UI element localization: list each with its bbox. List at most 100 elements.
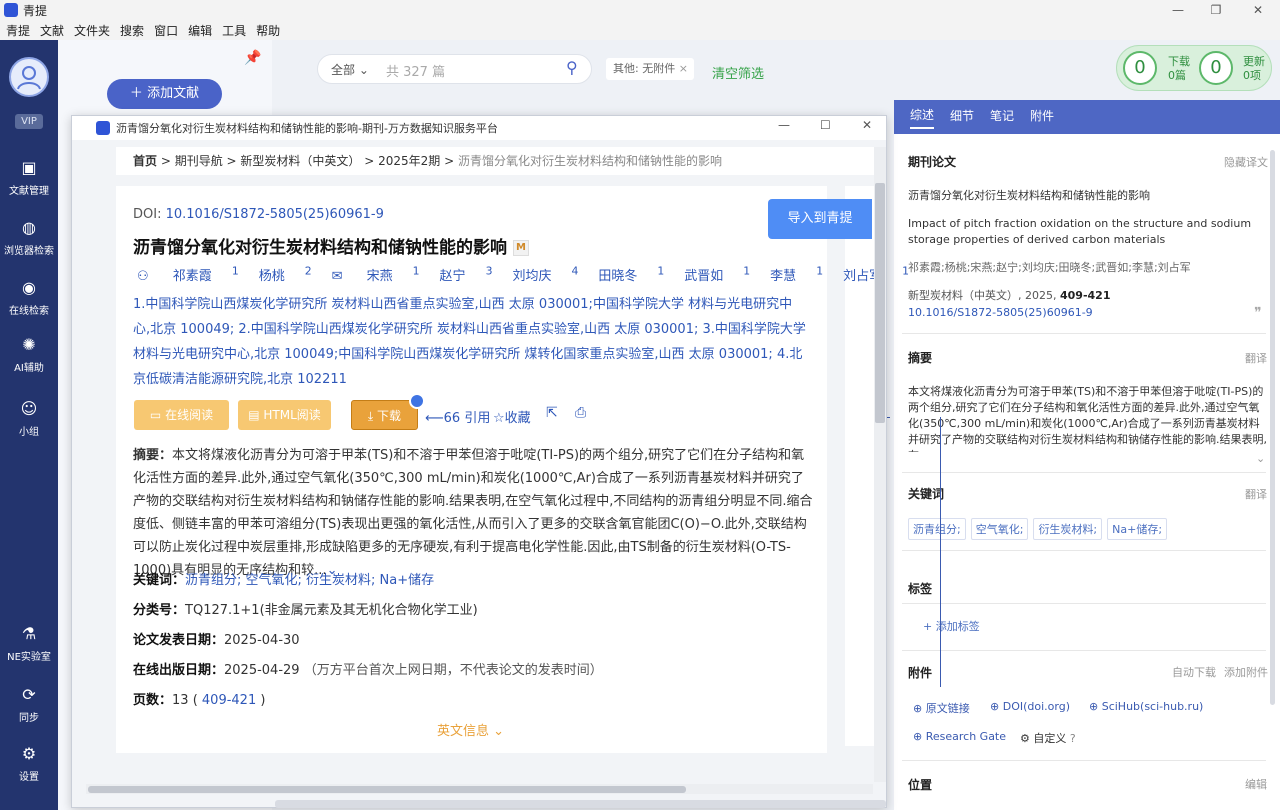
group-icon: ☺ [20,399,38,418]
scope-select[interactable]: 全部 ⌄ [331,61,369,78]
tags-section-title: 标签 [908,582,933,596]
title-en: Impact of pitch fraction oxidation on th… [908,217,1252,246]
globe-icon: ⊕ [1089,700,1102,713]
breadcrumb-issue[interactable]: 2025年2期 [378,154,440,168]
author[interactable]: 田晓冬 1 [598,265,664,284]
english-info-toggle[interactable]: 英文信息 ⌄ [437,720,504,739]
attachments-section-title: 附件 [908,666,933,680]
menu-literature[interactable]: 文献 [40,22,64,39]
tab-attachments[interactable]: 附件 [1030,107,1054,128]
breadcrumb-journal[interactable]: 新型炭材料（中英文） [240,154,360,168]
share-icon[interactable]: ⇱ [546,405,558,421]
sidebar-item-online-search[interactable]: ◉ 在线检索 [0,278,58,317]
sidebar-item-browser-search[interactable]: ◍ 浏览器检索 [0,218,58,257]
menu-help[interactable]: 帮助 [256,22,280,39]
breadcrumb-home[interactable]: 首页 [133,154,157,168]
chevron-down-icon[interactable]: ⌄ [1256,452,1265,465]
search-box[interactable]: 全部 ⌄ 共 327 篇 ⚲ [317,54,592,84]
keyword-chip[interactable]: Na+储存; [1107,518,1168,540]
restore-icon[interactable]: ❐ [1208,2,1224,18]
link-doi[interactable]: ⊕ DOI(doi.org) [990,700,1070,713]
author[interactable]: 刘均庆 4 [512,265,578,284]
vertical-scroll-thumb[interactable] [875,183,885,423]
tab-detail[interactable]: 细节 [950,107,974,128]
auto-download-link[interactable]: 自动下载 [1172,664,1216,680]
journal-line: 新型炭材料（中英文）, 2025, 409-421 [908,289,1111,302]
menu-window[interactable]: 窗口 [154,22,178,39]
author[interactable]: ⚇ 祁素霞 1 [137,265,239,284]
keywords-links[interactable]: 沥青组分; 空气氧化; 衍生炭材料; Na+储存 [185,573,434,588]
quote-icon[interactable]: ❞ [1254,305,1262,321]
translate-abstract-link[interactable]: 翻译 [1245,350,1267,366]
menu-qingti[interactable]: 青提 [6,22,30,39]
sidebar-item-library[interactable]: ▣ 文献管理 [0,158,58,197]
author[interactable]: 杨桃 2 [259,265,312,284]
add-tag-link[interactable]: + 添加标签 [923,618,980,634]
menu-folder[interactable]: 文件夹 [74,22,110,39]
abstract-text: 本文将煤液化沥青分为可溶于甲苯(TS)和不溶于甲苯但溶于吡啶(TI-PS)的两个… [908,385,1267,452]
translate-keywords-link[interactable]: 翻译 [1245,486,1267,502]
import-button[interactable]: 导入到青提 [768,199,872,239]
close-icon[interactable]: × [679,62,688,75]
globe-icon: ⊕ [913,730,926,743]
link-custom[interactable]: ⚙ 自定义 ? [1020,730,1076,746]
mendeley-icon[interactable]: M [512,240,529,256]
close-icon[interactable]: ✕ [1250,2,1266,18]
breadcrumb-journals[interactable]: 期刊导航 [175,154,223,168]
doi-link[interactable]: 10.1016/S1872-5805(25)60961-9 [166,207,384,222]
sidebar-item-label: 在线检索 [9,306,49,317]
avatar[interactable] [9,57,49,97]
author[interactable]: 赵宁 3 [440,265,493,284]
html-read-button[interactable]: ▤ HTML阅读 [238,400,331,430]
keyword-chip[interactable]: 空气氧化; [970,518,1029,540]
keyword-chip[interactable]: 衍生炭材料; [1033,518,1103,540]
add-literature-button[interactable]: ＋ 添加文献 [107,79,222,109]
gear-icon: ⚙ [21,744,37,763]
clear-filter-link[interactable]: 清空筛选 [712,63,764,82]
print-icon[interactable]: ⎙ [575,405,586,421]
menu-search[interactable]: 搜索 [120,22,144,39]
box-icon: ▣ [21,158,37,177]
sidebar-item-sync[interactable]: ⟳ 同步 [0,685,58,724]
add-attachment-link[interactable]: 添加附件 [1224,664,1268,680]
edit-location-link[interactable]: 编辑 [1245,776,1267,792]
menu-edit[interactable]: 编辑 [188,22,212,39]
collect-button[interactable]: ☆收藏 [493,407,531,426]
sidebar-item-group[interactable]: ☺ 小组 [0,399,58,438]
sidebar-item-ne-lab[interactable]: ⚗ NE实验室 [0,624,58,663]
download-count[interactable]: 0 [1123,51,1157,85]
keyword-chip[interactable]: 沥青组分; [908,518,966,540]
doi-link[interactable]: 10.1016/S1872-5805(25)60961-9 [908,305,1268,321]
affiliations[interactable]: 1.中国科学院山西煤炭化学研究所 炭材料山西省重点实验室,山西 太原 03000… [133,292,809,392]
sidebar-item-settings[interactable]: ⚙ 设置 [0,744,58,783]
author[interactable]: 李慧 1 [770,265,823,284]
list-horizontal-scrollbar[interactable] [275,800,886,808]
minimize-icon[interactable]: — [778,118,790,132]
search-icon[interactable]: ⚲ [566,58,578,77]
tab-notes[interactable]: 笔记 [990,107,1014,128]
link-research-gate[interactable]: ⊕ Research Gate [913,730,1006,743]
author[interactable]: 武晋如 1 [684,265,750,284]
minimize-icon[interactable]: — [1170,2,1186,18]
filter-chip[interactable]: 其他: 无附件 × [606,58,694,80]
cite-button[interactable]: ⟵66 引用 [425,407,490,426]
help-icon[interactable]: ? [1070,732,1076,745]
author[interactable]: ✉ 宋燕 1 [332,265,420,284]
horizontal-scroll-thumb[interactable] [88,786,686,793]
online-read-button[interactable]: ▭ 在线阅读 [134,400,229,430]
link-scihub[interactable]: ⊕ SciHub(sci-hub.ru) [1089,700,1203,713]
sidebar-item-label: NE实验室 [7,652,51,663]
tab-summary[interactable]: 综述 [910,106,935,129]
search-input[interactable]: 共 327 篇 [386,61,445,80]
menu-tools[interactable]: 工具 [222,22,246,39]
pin-icon[interactable]: 📌 [244,50,261,66]
sidebar-item-ai[interactable]: ✺ AI辅助 [0,335,58,374]
detail-scrollbar[interactable] [1270,150,1275,705]
close-icon[interactable]: ✕ [862,118,872,132]
download-button[interactable]: ⤓ 下载 [351,400,418,430]
link-original[interactable]: ⊕ 原文链接 [913,700,970,716]
update-count[interactable]: 0 [1199,51,1233,85]
maximize-icon[interactable]: ☐ [820,118,831,132]
sidebar-item-label: 小组 [19,427,39,438]
hide-translation-link[interactable]: 隐藏译文 [1224,154,1268,170]
